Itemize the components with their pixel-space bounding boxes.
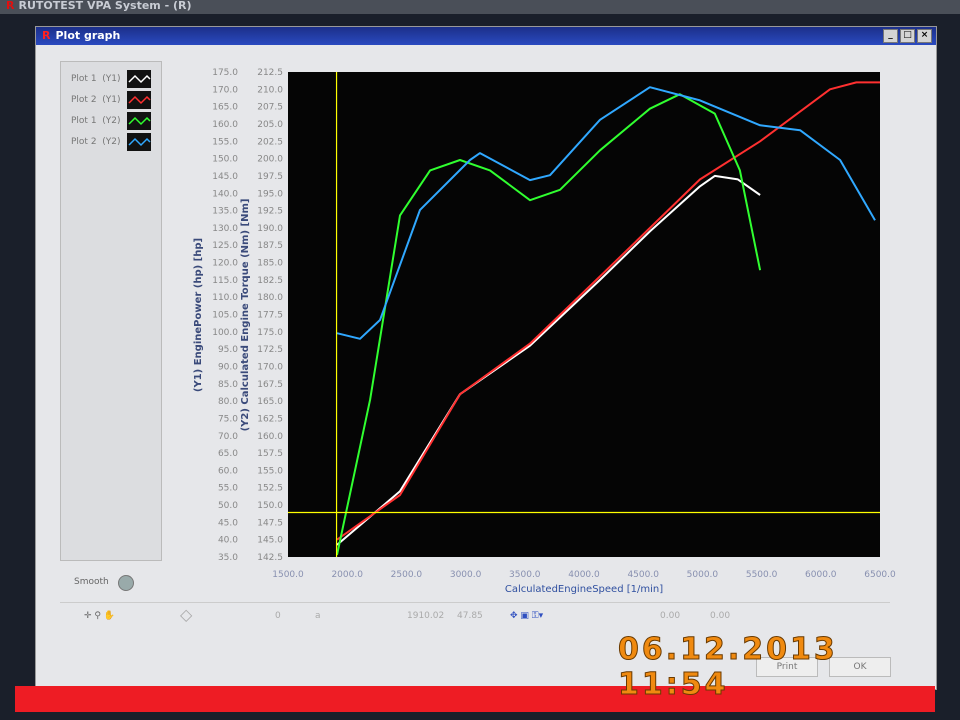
x-tick-label: 4000.0 (568, 570, 600, 580)
y1-tick-label: 40.0 (218, 536, 238, 546)
x-tick-label: 1500.0 (272, 570, 304, 580)
y1-tick-label: 100.0 (212, 328, 238, 338)
y1-tick-label: 165.0 (212, 103, 238, 113)
x-tick-label: 5000.0 (687, 570, 719, 580)
y2-tick-label: 207.5 (257, 103, 283, 113)
y2-tick-label: 157.5 (257, 449, 283, 459)
y1-axis-label: (Y1) EnginePower (hp) [hp] (193, 238, 204, 392)
y1-tick-label: 135.0 (212, 207, 238, 217)
y2-tick-label: 195.0 (257, 189, 283, 199)
y2-tick-label: 165.0 (257, 397, 283, 407)
y1-tick-label: 80.0 (218, 397, 238, 407)
y1-tick-label: 85.0 (218, 380, 238, 390)
x-tick-label: 4500.0 (627, 570, 659, 580)
y1-tick-label: 35.0 (218, 553, 238, 563)
y2-tick-label: 175.0 (257, 328, 283, 338)
x-tick-label: 6500.0 (864, 570, 896, 580)
photo-timestamp: 06.12.2013 11:54 (618, 632, 838, 703)
y1-tick-label: 50.0 (218, 501, 238, 511)
y2-tick-label: 180.0 (257, 293, 283, 303)
y1-tick-label: 60.0 (218, 466, 238, 476)
chart: 175.0 170.0 165.0 160.0 155.0 150.0 145.0 140.0… (193, 68, 896, 595)
y1-tick-label: 130.0 (212, 224, 238, 234)
y2-tick-label: 192.5 (257, 207, 283, 217)
y1-tick-label: 140.0 (212, 189, 238, 199)
y2-tick-label: 147.5 (257, 518, 283, 528)
y1-tick-label: 65.0 (218, 449, 238, 459)
y1-tick-label: 45.0 (218, 518, 238, 528)
y1-tick-label: 145.0 (212, 172, 238, 182)
y1-tick-label: 55.0 (218, 484, 238, 494)
x-tick-label: 2000.0 (331, 570, 363, 580)
y2-tick-label: 185.0 (257, 259, 283, 269)
y1-tick-label: 120.0 (212, 259, 238, 269)
x-axis-label: CalculatedEngineSpeed [1/min] (505, 584, 663, 595)
y1-tick-label: 75.0 (218, 414, 238, 424)
y2-tick-label: 152.5 (257, 484, 283, 494)
y1-tick-label: 175.0 (212, 68, 238, 78)
y2-tick-label: 155.0 (257, 466, 283, 476)
y2-tick-label: 202.5 (257, 137, 283, 147)
y2-tick-label: 210.0 (257, 85, 283, 95)
y1-tick-label: 125.0 (212, 241, 238, 251)
x-tick-label: 2500.0 (391, 570, 423, 580)
y2-tick-label: 142.5 (257, 553, 283, 563)
y2-tick-label: 170.0 (257, 362, 283, 372)
y2-tick-label: 187.5 (257, 241, 283, 251)
plot-area (288, 72, 880, 557)
y2-tick-label: 205.0 (257, 120, 283, 130)
y2-tick-label: 167.5 (257, 380, 283, 390)
y1-tick-label: 170.0 (212, 85, 238, 95)
y1-tick-label: 150.0 (212, 155, 238, 165)
y1-tick-label: 95.0 (218, 345, 238, 355)
y2-tick-label: 200.0 (257, 155, 283, 165)
x-tick-label: 6000.0 (805, 570, 837, 580)
y1-tick-label: 115.0 (212, 276, 238, 286)
y1-tick-label: 160.0 (212, 120, 238, 130)
y1-tick-label: 155.0 (212, 137, 238, 147)
y2-tick-label: 160.0 (257, 432, 283, 442)
y2-tick-label: 145.0 (257, 536, 283, 546)
y1-tick-label: 110.0 (212, 293, 238, 303)
y2-tick-label: 182.5 (257, 276, 283, 286)
y2-axis-label: (Y2) Calculated Engine Torque (Nm) [Nm] (240, 199, 251, 432)
x-tick-label: 5500.0 (746, 570, 778, 580)
y2-tick-label: 172.5 (257, 345, 283, 355)
x-tick-label: 3000.0 (450, 570, 482, 580)
y2-tick-label: 197.5 (257, 172, 283, 182)
x-tick-label: 3500.0 (509, 570, 541, 580)
y2-tick-label: 212.5 (257, 68, 283, 78)
y1-tick-label: 90.0 (218, 362, 238, 372)
y2-tick-label: 177.5 (257, 311, 283, 321)
y2-tick-label: 150.0 (257, 501, 283, 511)
y1-tick-label: 105.0 (212, 311, 238, 321)
y1-tick-label: 70.0 (218, 432, 238, 442)
y2-tick-label: 190.0 (257, 224, 283, 234)
y2-tick-label: 162.5 (257, 414, 283, 424)
